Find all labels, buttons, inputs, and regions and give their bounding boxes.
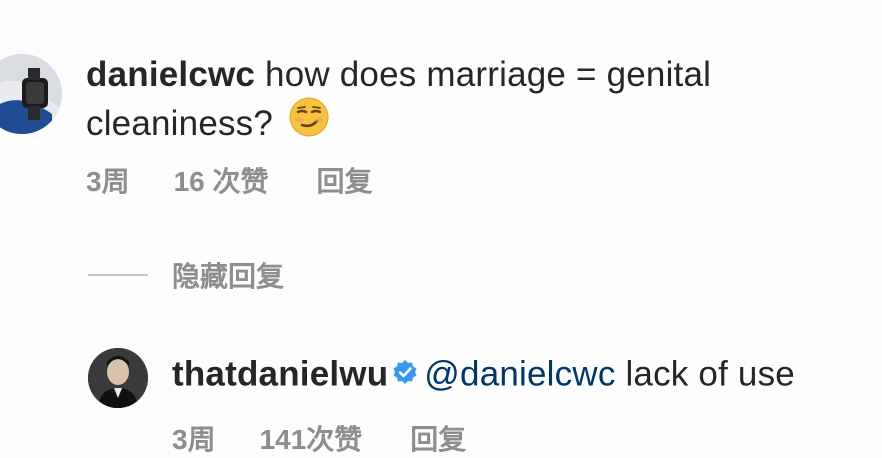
reply-body: thatdanielwu @danielcwc lack of use — [172, 352, 795, 400]
reply-text: lack of use — [625, 354, 795, 394]
avatar[interactable] — [0, 54, 62, 134]
reply-time: 3周 — [172, 424, 216, 455]
reply-button[interactable]: 回复 — [410, 418, 466, 458]
smirk-emoji-icon — [289, 97, 329, 148]
hide-replies-label[interactable]: 隐藏回复 — [172, 255, 284, 295]
reply-meta: 3周 141次赞 回复 — [172, 418, 466, 458]
divider-line — [88, 274, 148, 276]
reply-button[interactable]: 回复 — [317, 160, 373, 200]
comment-username[interactable]: danielcwc — [86, 55, 255, 94]
avatar-portrait-image — [88, 348, 148, 408]
comment-likes[interactable]: 16 次赞 — [174, 160, 269, 200]
avatar[interactable] — [88, 348, 148, 408]
comment-body: danielcwc how does marriage = genital cl… — [86, 53, 846, 154]
comment-meta: 3周 16 次赞 回复 — [86, 160, 373, 200]
reply-mention-link[interactable]: @danielcwc — [424, 354, 615, 393]
verified-badge-icon — [392, 352, 418, 396]
avatar-watch-image — [0, 54, 62, 134]
comment-time: 3周 — [86, 166, 130, 197]
reply-username[interactable]: thatdanielwu — [172, 354, 388, 393]
reply-likes[interactable]: 141次赞 — [260, 418, 363, 458]
hide-replies-toggle[interactable]: 隐藏回复 — [88, 258, 284, 292]
